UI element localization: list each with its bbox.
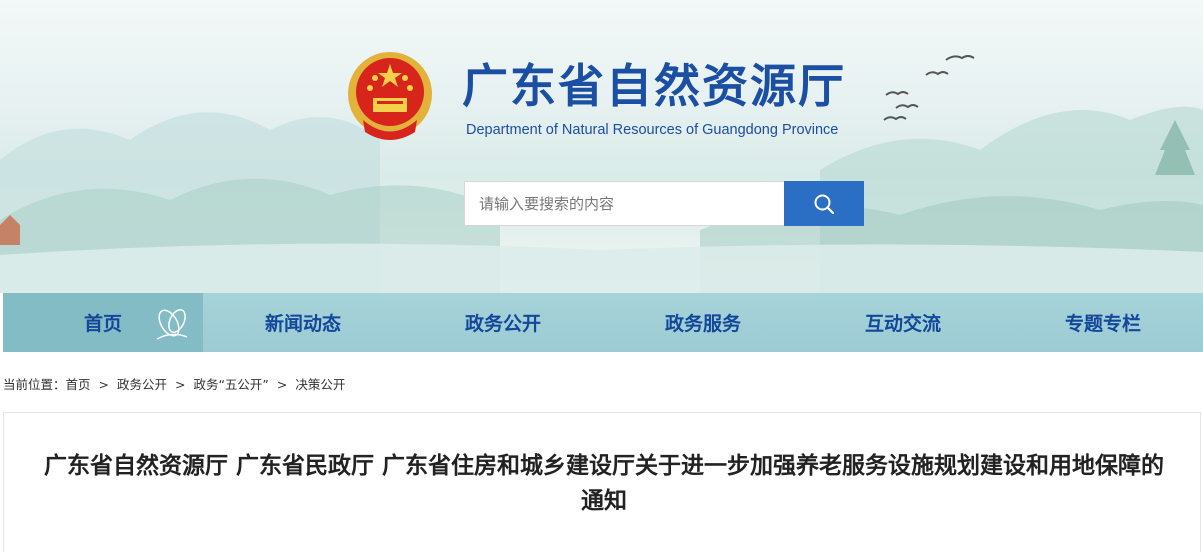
nav-item-interaction[interactable]: 互动交流 [803, 293, 1003, 352]
nav-item-topics[interactable]: 专题专栏 [1003, 293, 1203, 352]
breadcrumb-separator: > [98, 377, 109, 392]
article-title: 广东省自然资源厅 广东省民政厅 广东省住房和城乡建设厅关于进一步加强养老服务设施… [43, 453, 1164, 514]
search-box [464, 181, 864, 226]
nav-item-label: 政务公开 [464, 313, 541, 335]
nav-item-label: 首页 [83, 313, 122, 335]
nav-item-label: 互动交流 [864, 313, 941, 335]
nav-item-home[interactable]: 首页 [3, 293, 203, 352]
nav-item-label: 新闻动态 [264, 313, 341, 335]
nav-item-label: 专题专栏 [1064, 313, 1141, 335]
breadcrumb-separator: > [276, 377, 288, 392]
article-container: 广东省自然资源厅 广东省民政厅 广东省住房和城乡建设厅关于进一步加强养老服务设施… [3, 412, 1201, 552]
birds-decoration [883, 55, 975, 121]
site-title: 广东省自然资源厅 [462, 59, 846, 113]
breadcrumb-link-five-disclosures[interactable]: 政务“五公开” [193, 377, 268, 392]
breadcrumb: 当前位置：首页 > 政务公开 > 政务“五公开” > 决策公开 [3, 374, 349, 393]
landscape-background [0, 106, 1203, 293]
main-nav: 首页 新闻动态 政务公开 政务服务 互动交流 专题专栏 [3, 293, 1203, 352]
breadcrumb-link-government-affairs[interactable]: 政务公开 [117, 377, 167, 392]
flower-icon [156, 308, 188, 340]
breadcrumb-prefix: 当前位置： [3, 377, 66, 392]
nav-item-government-affairs[interactable]: 政务公开 [403, 293, 603, 352]
search-icon [814, 194, 835, 214]
site-header: 广东省自然资源厅 Department of Natural Resources… [0, 0, 1203, 293]
breadcrumb-link-decision-disclosure[interactable]: 决策公开 [295, 377, 345, 392]
breadcrumb-separator: > [174, 377, 186, 392]
search-input[interactable] [464, 181, 784, 226]
nav-item-news[interactable]: 新闻动态 [203, 293, 403, 352]
national-emblem-icon [348, 52, 432, 140]
nav-item-services[interactable]: 政务服务 [603, 293, 803, 352]
search-button[interactable] [784, 181, 864, 226]
nav-item-label: 政务服务 [664, 313, 741, 335]
breadcrumb-link-home[interactable]: 首页 [66, 377, 91, 392]
site-subtitle: Department of Natural Resources of Guang… [466, 122, 839, 138]
